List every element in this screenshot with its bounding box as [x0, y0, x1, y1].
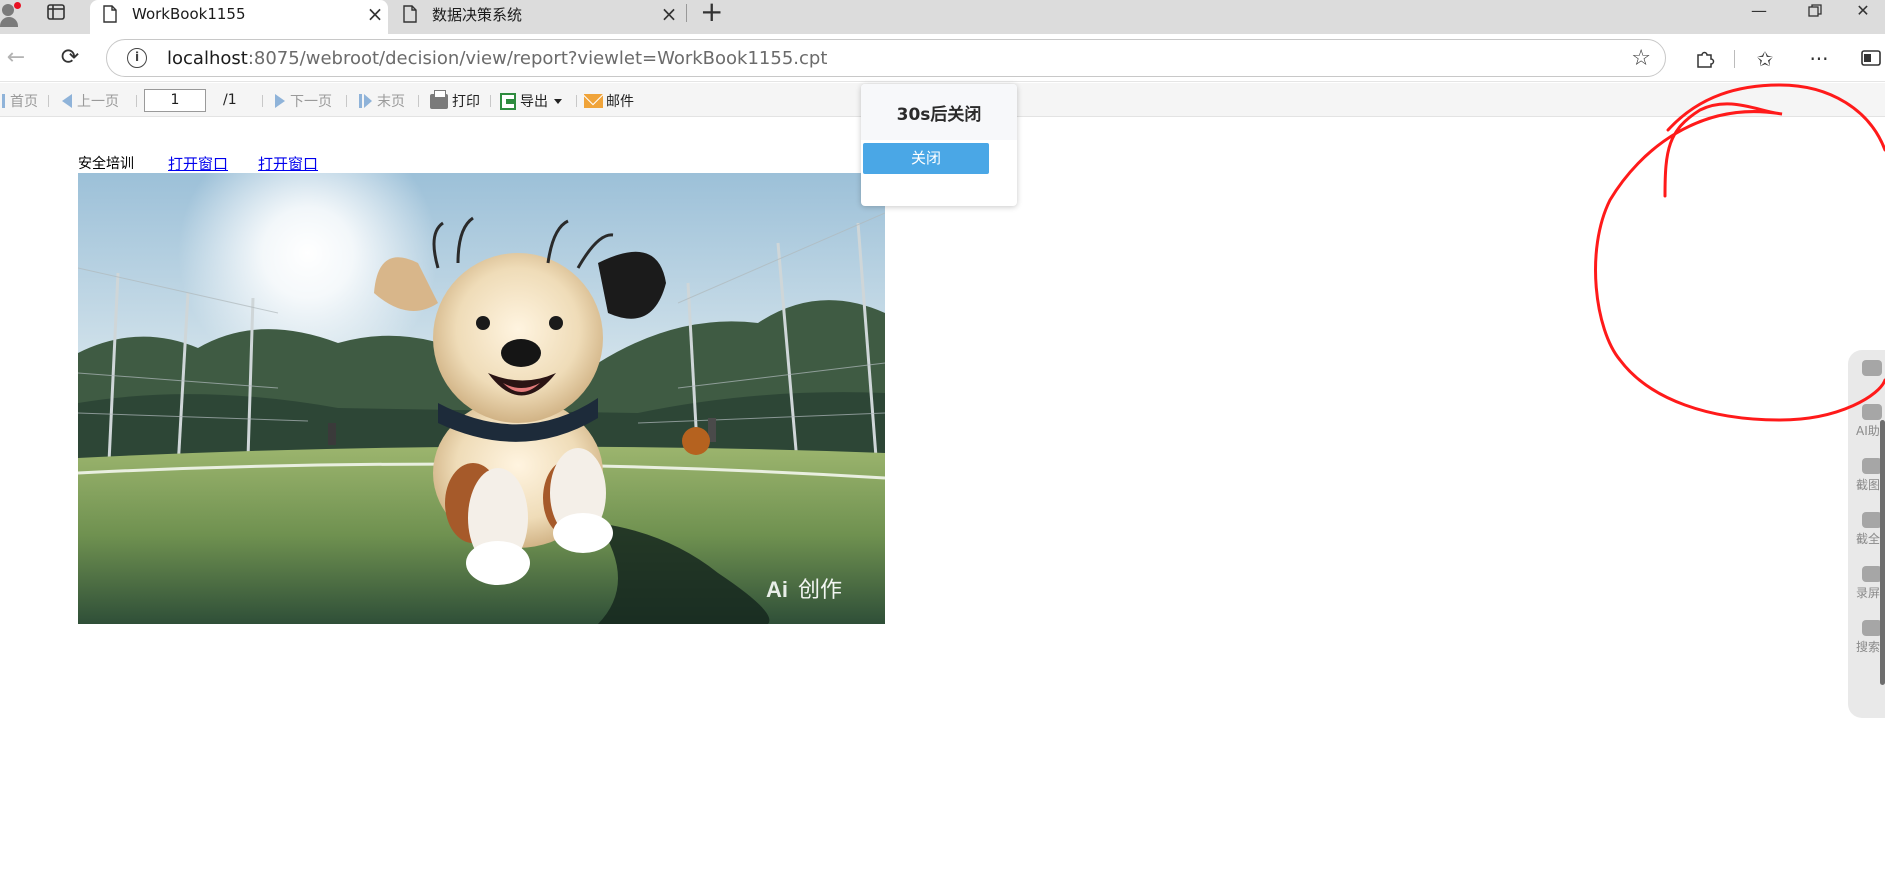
page-number-input[interactable]: 1 [144, 89, 206, 112]
back-arrow-icon[interactable]: ← [2, 44, 30, 72]
mail-icon [584, 94, 603, 108]
document-icon [403, 5, 417, 23]
address-bar[interactable]: i localhost:8075/webroot/decision/view/r… [106, 39, 1666, 77]
reload-icon[interactable]: ⟳ [56, 44, 84, 72]
window-close-icon[interactable]: ✕ [1838, 0, 1885, 24]
printer-icon [430, 89, 448, 109]
new-tab-plus-icon[interactable]: + [700, 0, 723, 26]
popup-close-button[interactable]: 关闭 [863, 143, 989, 174]
tab-workbook[interactable]: WorkBook1155 × [90, 0, 388, 34]
tab-title: WorkBook1155 [132, 5, 246, 23]
url-text[interactable]: localhost:8075/webroot/decision/view/rep… [167, 48, 827, 69]
tab-close-icon[interactable]: × [362, 4, 388, 24]
print-button[interactable]: 打印 [430, 89, 480, 111]
report-image: Ai 创作 [78, 173, 885, 624]
restore-icon[interactable] [1790, 0, 1840, 24]
export-button[interactable]: 导出 [500, 91, 562, 111]
toolbar-separator [418, 95, 419, 107]
tab-title: 数据决策系统 [432, 5, 523, 24]
record-icon [1862, 566, 1882, 582]
navigation-bar: ← ⟳ i localhost:8075/webroot/decision/vi… [0, 34, 1885, 82]
notification-dot [14, 2, 21, 9]
side-shield-icon[interactable] [1856, 360, 1885, 378]
next-arrow-icon [275, 94, 285, 108]
open-window-link-1[interactable]: 打开窗口 [168, 153, 228, 174]
fullscreen-capture-icon [1862, 512, 1882, 528]
tab-strip: WorkBook1155 × 数据决策系统 × + — ✕ [0, 0, 1885, 34]
auto-close-popup: 30s后关闭 关闭 [861, 84, 1017, 206]
watermark-logo: Ai [766, 577, 788, 602]
next-page-button[interactable]: 下一页 [275, 91, 332, 111]
watermark-text: 创作 [798, 578, 842, 603]
ai-icon [1862, 404, 1882, 420]
tab-decision-system[interactable]: 数据决策系统 × [390, 0, 682, 28]
puzzle-icon[interactable] [1692, 46, 1718, 72]
toolbar-divider [1734, 50, 1735, 68]
chevron-down-icon [554, 98, 562, 104]
open-window-link-2[interactable]: 打开窗口 [258, 153, 318, 174]
popup-countdown: 30s后关闭 [861, 84, 1017, 140]
last-arrow-icon [364, 94, 372, 108]
last-page-button[interactable]: 末页 [359, 91, 405, 111]
more-icon[interactable]: ··· [1806, 46, 1832, 72]
prev-arrow-icon [62, 94, 72, 108]
search-icon [1862, 620, 1882, 636]
minimize-icon[interactable]: — [1734, 0, 1784, 24]
toolbar-separator [490, 95, 491, 107]
document-icon [103, 5, 117, 23]
side-panel-scrollbar[interactable] [1880, 420, 1885, 685]
export-icon [500, 92, 516, 110]
star-icon[interactable]: ☆ [1631, 46, 1651, 71]
camera-icon [1862, 458, 1882, 474]
report-label: 安全培训 [78, 156, 134, 172]
tab-close-icon[interactable]: × [656, 4, 682, 24]
toolbar-separator [262, 95, 263, 107]
toolbar-separator [576, 95, 577, 107]
tab-actions-icon[interactable] [42, 2, 68, 24]
favorites-icon[interactable]: ✩ [1752, 46, 1778, 72]
toolbar-separator [346, 95, 347, 107]
profile-avatar-icon[interactable] [0, 2, 22, 28]
page-total: /1 [223, 92, 237, 108]
sidebar-toggle-icon[interactable] [1858, 46, 1884, 72]
first-page-button[interactable]: 首页 [2, 91, 38, 111]
toolbar-separator [136, 95, 137, 107]
browser-window: WorkBook1155 × 数据决策系统 × + — ✕ ← ⟳ i loca… [0, 0, 1885, 884]
toolbar-separator [48, 95, 49, 107]
prev-page-button[interactable]: 上一页 [62, 91, 119, 111]
info-icon[interactable]: i [127, 48, 147, 68]
tab-divider [686, 4, 687, 22]
mail-button[interactable]: 邮件 [584, 91, 634, 111]
